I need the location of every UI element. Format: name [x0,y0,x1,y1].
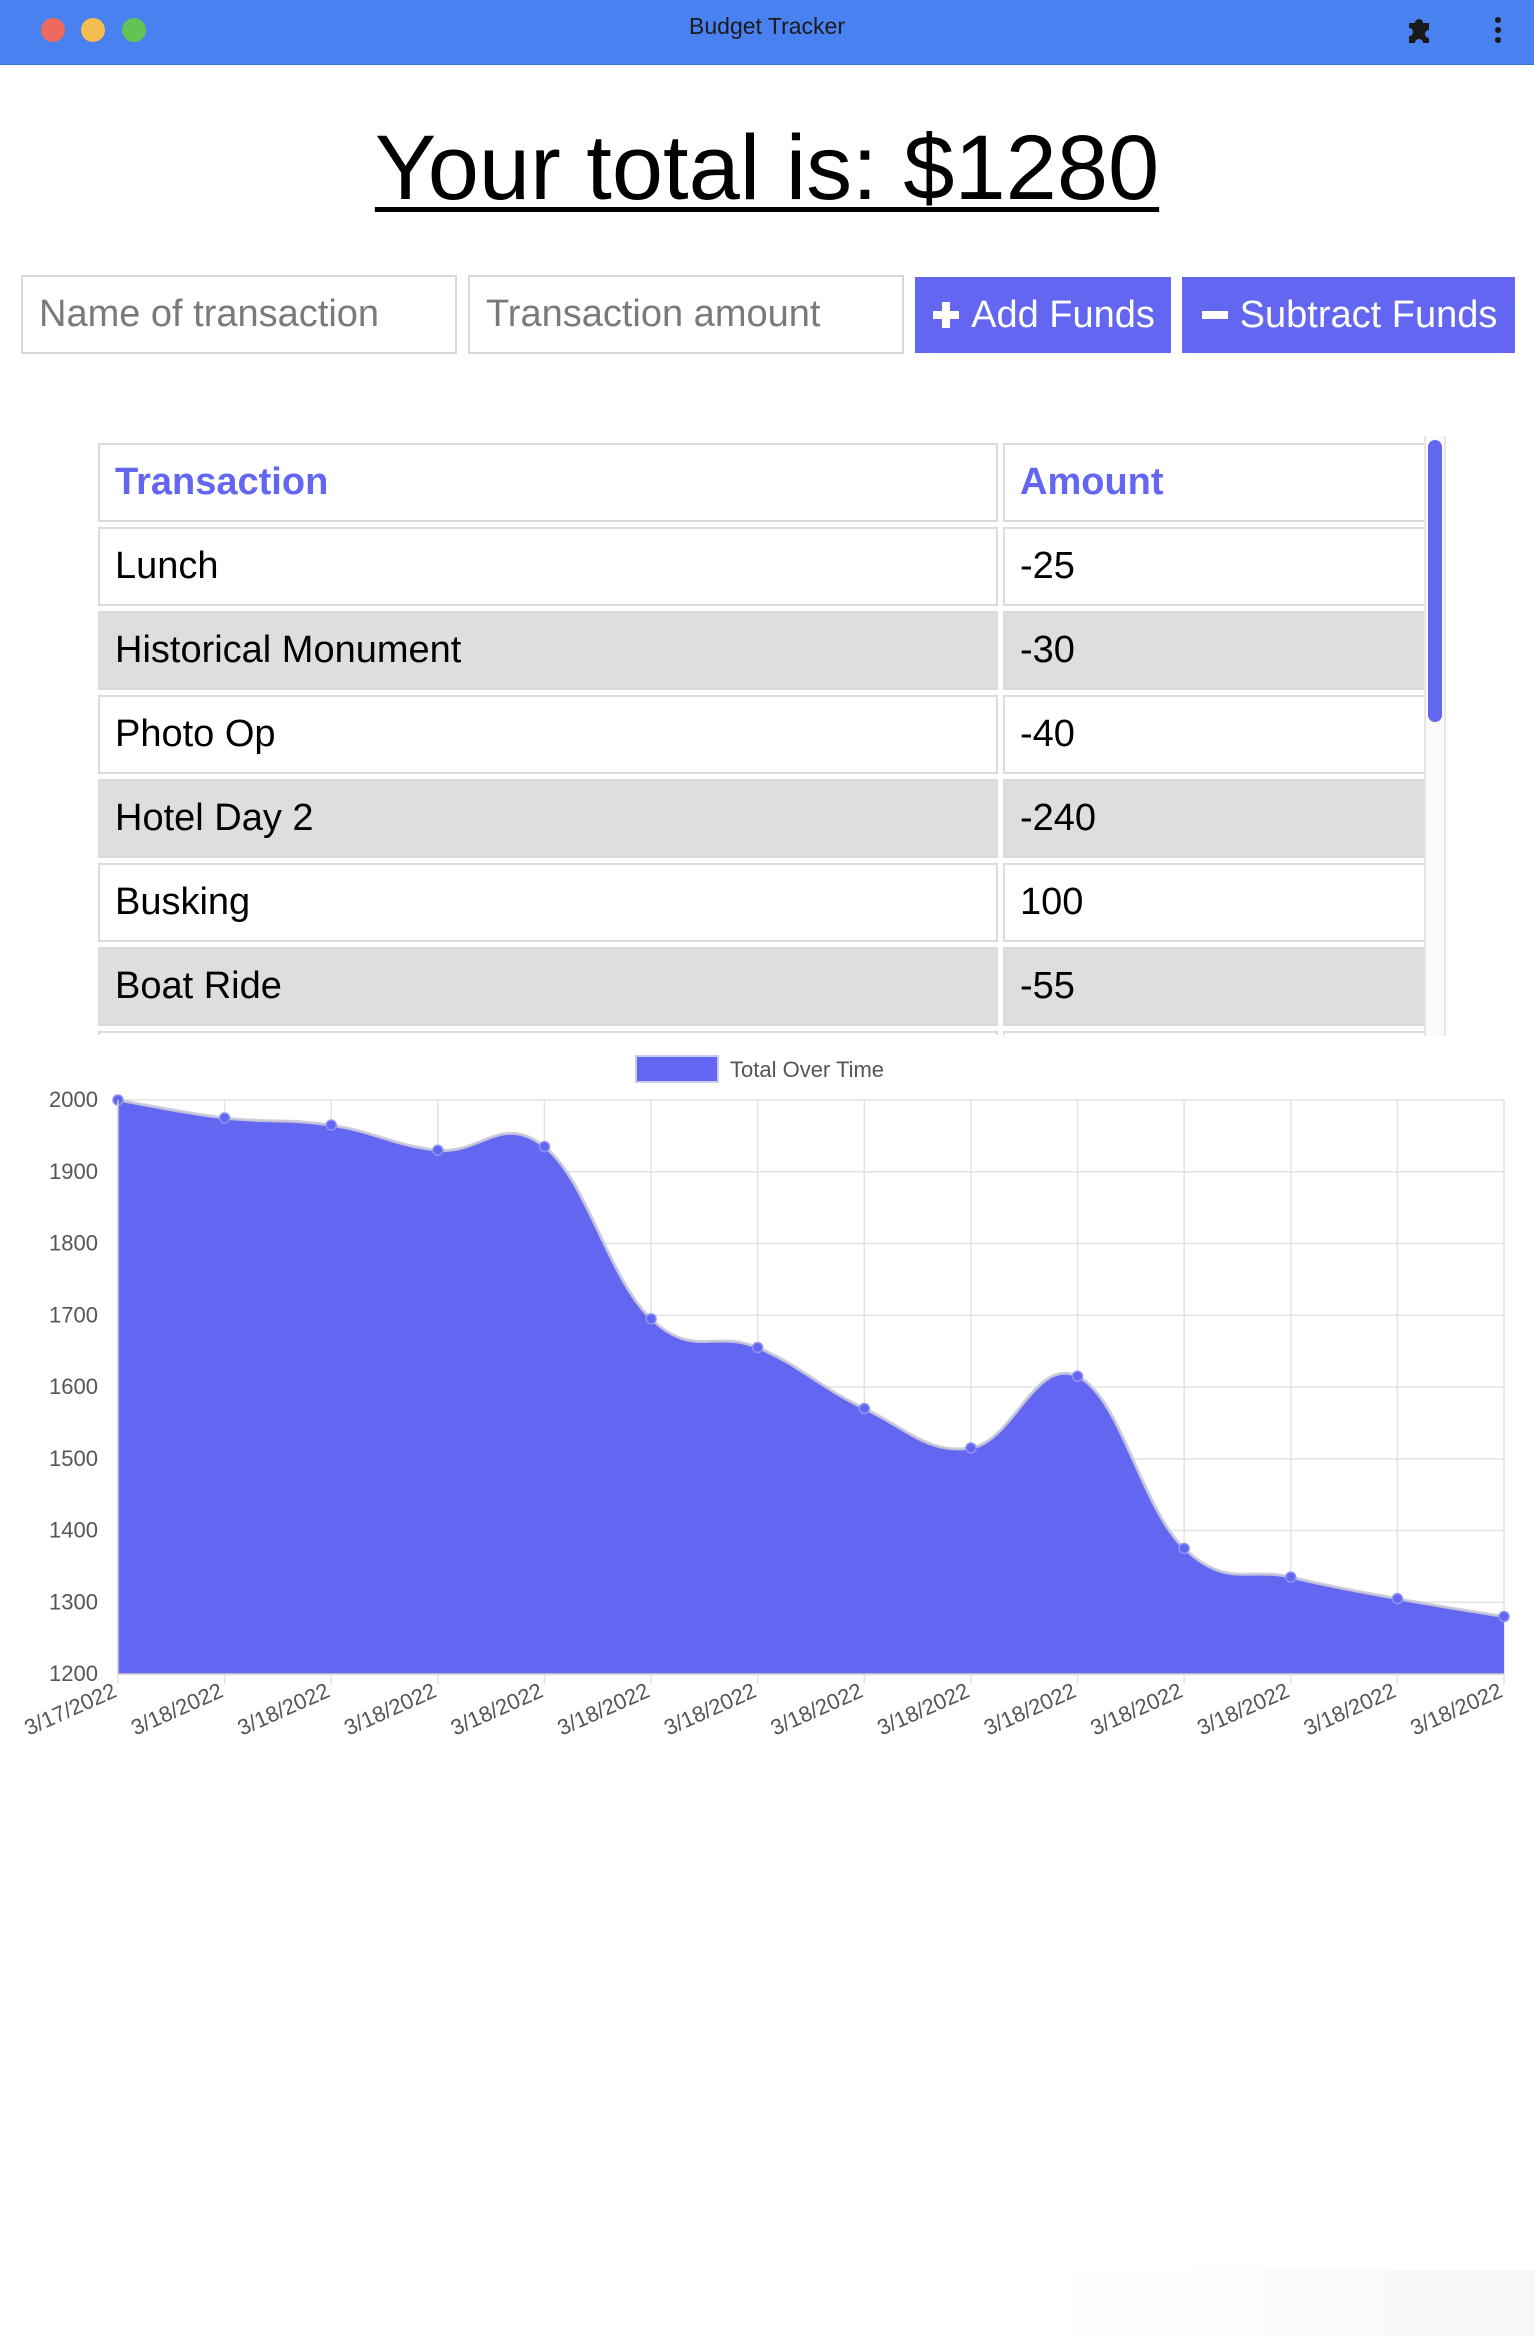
table-row: Historical Monument -30 [98,611,1428,690]
total-over-time-chart: 2000 1900 1800 1700 1600 1500 1400 1300 12003/17… [20,1055,1510,1741]
transaction-amount-cell: 100 [1003,863,1428,942]
transaction-amount-cell: -40 [1003,695,1428,774]
y-tick-label: 1200 [49,1661,98,1686]
x-tick-label: 3/18/2022 [340,1678,440,1741]
window-title: Budget Tracker [689,13,845,39]
data-point [965,1442,977,1454]
plus-icon [933,302,960,328]
table-row: Boat Ride -55 [98,947,1428,1026]
transactions-table: Transaction Amount Lunch -25 Historical … [93,438,1433,1035]
data-point [1071,1370,1084,1382]
data-point [645,1313,657,1325]
data-point [538,1140,551,1153]
more-menu-icon[interactable] [1488,14,1508,46]
x-tick-label: 3/18/2022 [447,1678,547,1741]
add-funds-button[interactable]: Add Funds [915,277,1171,353]
transaction-amount-cell: -55 [1003,947,1428,1026]
transaction-name-cell: Busking [98,863,998,942]
x-tick-label: 3/18/2022 [1193,1678,1293,1741]
x-tick-label: 3/18/2022 [127,1678,227,1741]
transaction-name-cell: Hotel Day 2 [98,779,998,858]
header-amount: Amount [1003,443,1428,522]
table-row: Busking 100 [98,863,1428,942]
transaction-name-cell: Historical Monument [98,611,998,690]
transaction-name-cell [98,1031,998,1035]
x-tick-label: 3/18/2022 [554,1678,654,1741]
extensions-puzzle-icon[interactable] [1403,14,1435,46]
y-tick-label: 2000 [49,1087,98,1112]
table-row-partial [98,1031,1428,1035]
transaction-name-cell: Lunch [98,527,998,606]
data-point [751,1341,764,1354]
transactions-table-container[interactable]: Transaction Amount Lunch -25 Historical … [93,438,1446,1035]
transaction-amount-cell: -30 [1003,611,1428,690]
table-row: Lunch -25 [98,527,1428,606]
legend-label: Total Over Time [730,1057,884,1082]
data-point [218,1112,231,1124]
y-tick-label: 1800 [49,1231,98,1256]
legend-swatch [635,1055,719,1083]
total-label: Your total is: $ [374,117,955,219]
data-point [432,1144,444,1156]
page-shadow [1040,2270,1534,2336]
subtract-funds-label: Subtract Funds [1239,293,1498,336]
data-point [325,1119,337,1131]
table-row: Hotel Day 2 -240 [98,779,1428,858]
total-heading: Your total is: $1280 [0,122,1534,214]
x-tick-label: 3/18/2022 [767,1678,867,1741]
x-tick-label: 3/18/2022 [1406,1678,1506,1741]
table-row: Photo Op -40 [98,695,1428,774]
add-funds-label: Add Funds [971,293,1155,336]
y-tick-label: 1900 [49,1159,98,1184]
data-point [858,1402,871,1415]
x-tick-label: 3/18/2022 [980,1678,1080,1741]
transaction-amount-cell [1003,1031,1428,1035]
y-tick-label: 1600 [49,1374,98,1399]
x-tick-label: 3/18/2022 [1300,1678,1400,1741]
data-point [1285,1571,1297,1583]
data-point [1178,1542,1190,1555]
transaction-name-cell: Boat Ride [98,947,998,1026]
y-tick-label: 1500 [49,1446,98,1471]
x-tick-label: 3/18/2022 [660,1678,760,1741]
y-tick-label: 1300 [49,1589,98,1614]
y-tick-label: 1700 [49,1302,98,1327]
transaction-amount-cell: -240 [1003,779,1428,858]
y-tick-label: 1400 [49,1518,98,1543]
data-point [1391,1592,1404,1605]
subtract-funds-button[interactable]: Subtract Funds [1182,277,1515,353]
x-tick-label: 3/18/2022 [1087,1678,1187,1741]
header-transaction: Transaction [98,443,998,522]
minus-icon [1201,311,1228,319]
table-scrollbar-thumb[interactable] [1428,440,1442,722]
transaction-amount-cell: -25 [1003,527,1428,606]
transaction-amount-input[interactable] [468,275,904,354]
x-tick-label: 3/18/2022 [234,1678,334,1741]
x-tick-label: 3/18/2022 [873,1678,973,1741]
x-tick-label: 3/17/2022 [20,1678,120,1741]
transaction-name-input[interactable] [21,275,457,354]
total-value: 1280 [954,117,1160,219]
transaction-name-cell: Photo Op [98,695,998,774]
data-point [1498,1610,1510,1623]
window-titlebar: Budget Tracker [0,0,1534,65]
